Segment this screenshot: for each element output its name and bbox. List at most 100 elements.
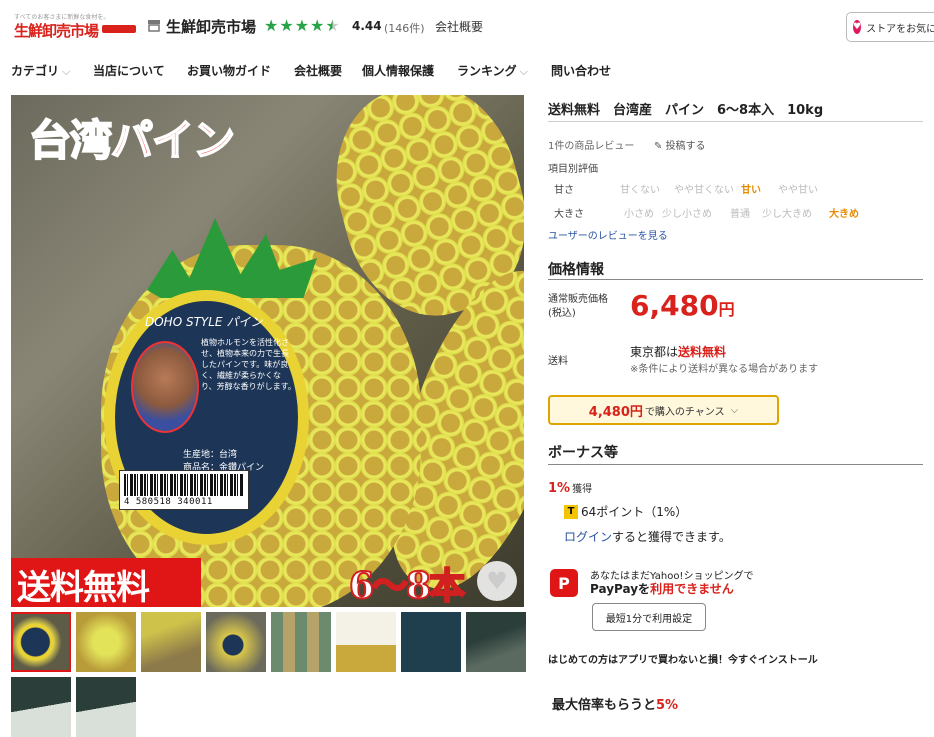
label-description: 植物ホルモンを活性化させ、植物本来の力で生長したパインです。味が良く、繊維が柔ら…: [201, 338, 296, 391]
nav-privacy[interactable]: 個人情報保護: [362, 62, 434, 79]
thumbnail-9[interactable]: [11, 677, 71, 737]
nav-overview[interactable]: 会社概要: [294, 62, 342, 79]
company-overview-link[interactable]: 会社概要: [435, 18, 483, 35]
logo-badge: [102, 25, 136, 33]
tpoint-row: T 64ポイント（1%）: [564, 503, 687, 520]
nav-guide[interactable]: お買い物ガイド: [187, 62, 271, 79]
free-shipping-banner: 送料無料: [11, 558, 201, 607]
heart-icon: ♥: [486, 567, 508, 595]
favorite-item-button[interactable]: ♥: [477, 561, 517, 601]
size-option-selected: 大きめ: [829, 209, 859, 220]
favorite-store-button[interactable]: ♥ ストアをお気に入り: [846, 12, 934, 42]
product-main-image[interactable]: 台湾パイン DOHO STYLE パイン 植物ホルモンを活性化させ、植物本来の力…: [11, 95, 524, 607]
tpoint-value: 64ポイント（1%）: [581, 505, 688, 519]
divider: [548, 464, 923, 465]
bonus-percent-value: 1%: [548, 481, 571, 496]
star-icon: ★: [294, 16, 310, 35]
price-label-line1: 通常販売価格: [548, 294, 608, 305]
post-review-link[interactable]: ✎ 投稿する: [654, 137, 706, 152]
post-review-label: 投稿する: [665, 141, 706, 152]
nav-contact[interactable]: 問い合わせ: [551, 62, 611, 79]
barcode-number: 4 580518 340011: [124, 497, 213, 507]
paypay-icon: P: [550, 569, 578, 597]
purchase-chance-button[interactable]: 4,480円 で購入のチャンス ⌵: [548, 395, 779, 425]
shipping-label: 送料: [548, 356, 568, 367]
app-promo-link[interactable]: はじめての方はアプリで買わないと損！今すぐインストール: [548, 651, 818, 666]
quantity-text: 6〜8本: [348, 564, 466, 607]
bonus-percent: 1% 獲得: [548, 480, 592, 496]
heart-icon: ♥: [853, 20, 862, 34]
review-count: 1件の商品レビュー: [548, 141, 635, 152]
store-logo[interactable]: すべてのお客さまに新鮮な食材を。 生鮮卸売市場: [10, 12, 136, 42]
tpoint-icon: T: [564, 504, 578, 519]
thumbnail-8[interactable]: [466, 612, 526, 672]
divider: [548, 279, 923, 280]
store-name-link[interactable]: 生鮮卸売市場: [166, 16, 256, 37]
star-icon: ★: [310, 16, 325, 35]
image-title: 台湾パイン: [28, 115, 236, 166]
store-nav: カテゴリ ⌵ 当店について お買い物ガイド 会社概要 個人情報保護 ランキング ⌵ …: [0, 58, 934, 84]
chevron-down-icon: ⌵: [519, 65, 528, 78]
nav-category[interactable]: カテゴリ ⌵: [11, 62, 70, 79]
logo-text: 生鮮卸売市場: [14, 22, 99, 40]
shipping-note: ※条件により送料が異なる場合があります: [630, 364, 819, 375]
price-label-line2: (税込): [548, 308, 576, 319]
thumbnail-6[interactable]: [336, 612, 396, 672]
price-value: 6,480円: [630, 289, 735, 322]
paypay-line2: PayPayを利用できません: [590, 580, 734, 597]
chevron-down-icon: ⌵: [730, 404, 739, 416]
paypay-notice: P あなたはまだYahoo!ショッピングで PayPayを利用できません 最短1…: [548, 567, 923, 631]
rating-by-item-label: 項目別評価: [548, 164, 598, 175]
store-header: すべてのお客さまに新鮮な食材を。 生鮮卸売市場 生鮮卸売市場 ★ ★ ★ ★ ★…: [0, 0, 934, 56]
max-rate-value: 5%: [656, 698, 679, 713]
sweetness-option: やや甘い: [778, 185, 818, 196]
barcode-bars: [124, 474, 244, 496]
chance-text: で購入のチャンス: [644, 406, 725, 418]
thumbnail-1[interactable]: [11, 612, 71, 672]
size-option: 普通: [730, 209, 750, 220]
size-option: 少し小さめ: [662, 209, 712, 220]
paypay-line2-prefix: PayPayを: [590, 582, 651, 596]
price-label: 通常販売価格 (税込): [548, 293, 608, 321]
size-label: 大きさ: [554, 209, 584, 220]
login-link[interactable]: ログイン: [564, 530, 612, 544]
star-icon: ★: [279, 16, 294, 35]
rating-count-link[interactable]: (146件): [384, 20, 425, 36]
shipping-value: 東京都は送料無料: [630, 343, 726, 360]
max-rate-prefix: 最大倍率もらうと: [552, 698, 657, 713]
free-shipping-text: 送料無料: [17, 568, 150, 607]
thumbnail-4[interactable]: [206, 612, 266, 672]
login-text: すると獲得できます。: [612, 530, 731, 544]
thumbnail-10[interactable]: [76, 677, 136, 737]
size-option: 小さめ: [624, 209, 654, 220]
star-icon: ★: [264, 16, 279, 35]
thumbnail-2[interactable]: [76, 612, 136, 672]
product-title: 送料無料 台湾産 パイン 6〜8本入 10kg: [548, 103, 824, 118]
bonus-section-title: ボーナス等: [548, 445, 618, 461]
barcode: 4 580518 340011: [119, 470, 249, 510]
label-title: DOHO STYLE パイン: [145, 315, 263, 329]
label-origin-line: 生産地：台湾: [183, 450, 238, 460]
sweetness-label: 甘さ: [554, 185, 574, 196]
half-star-icon: ★: [325, 16, 340, 35]
nav-category-label: カテゴリ: [11, 64, 60, 78]
rating-stars: ★ ★ ★ ★ ★: [264, 17, 340, 35]
thumbnail-3[interactable]: [141, 612, 201, 672]
thumbnail-5[interactable]: [271, 612, 331, 672]
thumbnail-7[interactable]: [401, 612, 461, 672]
sweetness-option-selected: 甘い: [741, 185, 761, 196]
price-amount: 6,480: [630, 289, 719, 322]
favorite-button-label: ストアをお気に入り: [866, 23, 934, 35]
size-option: 少し大きめ: [762, 209, 812, 220]
nav-ranking[interactable]: ランキング ⌵: [457, 62, 528, 79]
view-reviews-link[interactable]: ユーザーのレビューを見る: [548, 227, 668, 242]
chance-price: 4,480円: [588, 404, 643, 420]
nav-about[interactable]: 当店について: [93, 62, 165, 79]
paypay-setup-button[interactable]: 最短1分で利用設定: [592, 603, 706, 631]
price-section-title: 価格情報: [548, 262, 604, 278]
chevron-down-icon: ⌵: [62, 65, 71, 78]
divider: [548, 121, 923, 122]
bonus-percent-suffix: 獲得: [572, 484, 593, 495]
shipping-free: 送料無料: [678, 345, 727, 359]
sweetness-option: 甘くない: [620, 185, 660, 196]
